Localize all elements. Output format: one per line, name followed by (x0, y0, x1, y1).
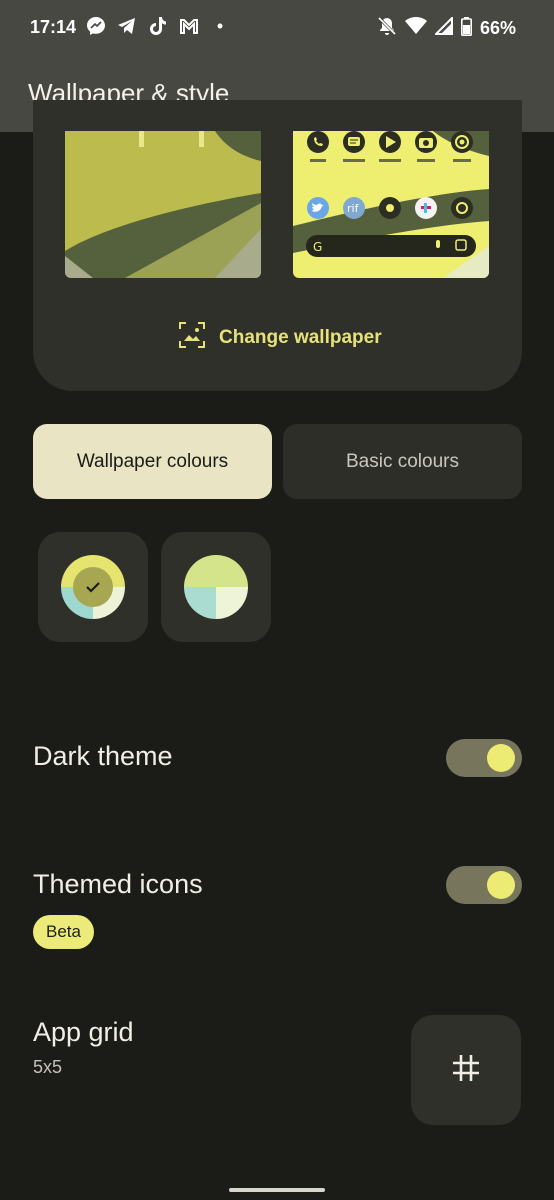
battery-percent: 66% (479, 18, 516, 38)
app-icon (451, 197, 473, 219)
grid-icon (451, 1053, 481, 1088)
app-grid-label: App grid (33, 1017, 134, 1047)
dark-theme-label: Dark theme (33, 741, 173, 771)
change-wallpaper-label: Change wallpaper (219, 327, 382, 348)
tab-wallpaper-colours[interactable]: Wallpaper colours (33, 424, 272, 499)
themed-icons-label: Themed icons (33, 869, 203, 899)
wallpaper-preview-card: rif G Change wallpaper (33, 100, 522, 391)
lock-screen-preview[interactable] (65, 131, 261, 278)
change-wallpaper-button[interactable]: Change wallpaper (179, 322, 382, 354)
app-grid-button[interactable] (411, 1015, 521, 1125)
mute-icon (377, 16, 397, 41)
toggle-knob (487, 871, 515, 899)
app-icon (379, 197, 401, 219)
svg-text:G: G (313, 240, 322, 254)
dark-theme-toggle[interactable] (446, 739, 522, 777)
chrome-icon (451, 131, 473, 153)
tab-basic-colours[interactable]: Basic colours (283, 424, 522, 499)
search-widget: G (306, 235, 476, 257)
telegram-icon (117, 16, 137, 36)
phone-icon (307, 131, 329, 153)
messages-icon (343, 131, 365, 153)
toggle-knob (487, 744, 515, 772)
wifi-icon (404, 16, 427, 40)
status-time: 17:14 (30, 17, 77, 37)
svg-text:rif: rif (347, 202, 360, 215)
play-store-icon (379, 131, 401, 153)
beta-badge: Beta (33, 915, 94, 949)
battery-icon (460, 16, 472, 41)
messenger-icon (86, 16, 106, 36)
slack-icon (415, 197, 437, 219)
home-indicator[interactable] (229, 1188, 325, 1192)
signal-icon (433, 15, 453, 40)
status-bar: 17:14 • 66% (0, 0, 554, 56)
colour-option-1[interactable] (38, 532, 148, 642)
home-screen-preview[interactable]: rif G (293, 131, 489, 278)
themed-icons-toggle[interactable] (446, 866, 522, 904)
twitter-icon (307, 197, 329, 219)
notification-dot: • (216, 15, 224, 36)
colour-option-2[interactable] (161, 532, 271, 642)
app-grid-value: 5x5 (33, 1057, 63, 1077)
camera-icon (415, 131, 437, 153)
rif-icon: rif (343, 197, 365, 219)
gmail-icon (179, 16, 199, 36)
tiktok-icon (148, 16, 168, 36)
image-icon (179, 322, 205, 354)
